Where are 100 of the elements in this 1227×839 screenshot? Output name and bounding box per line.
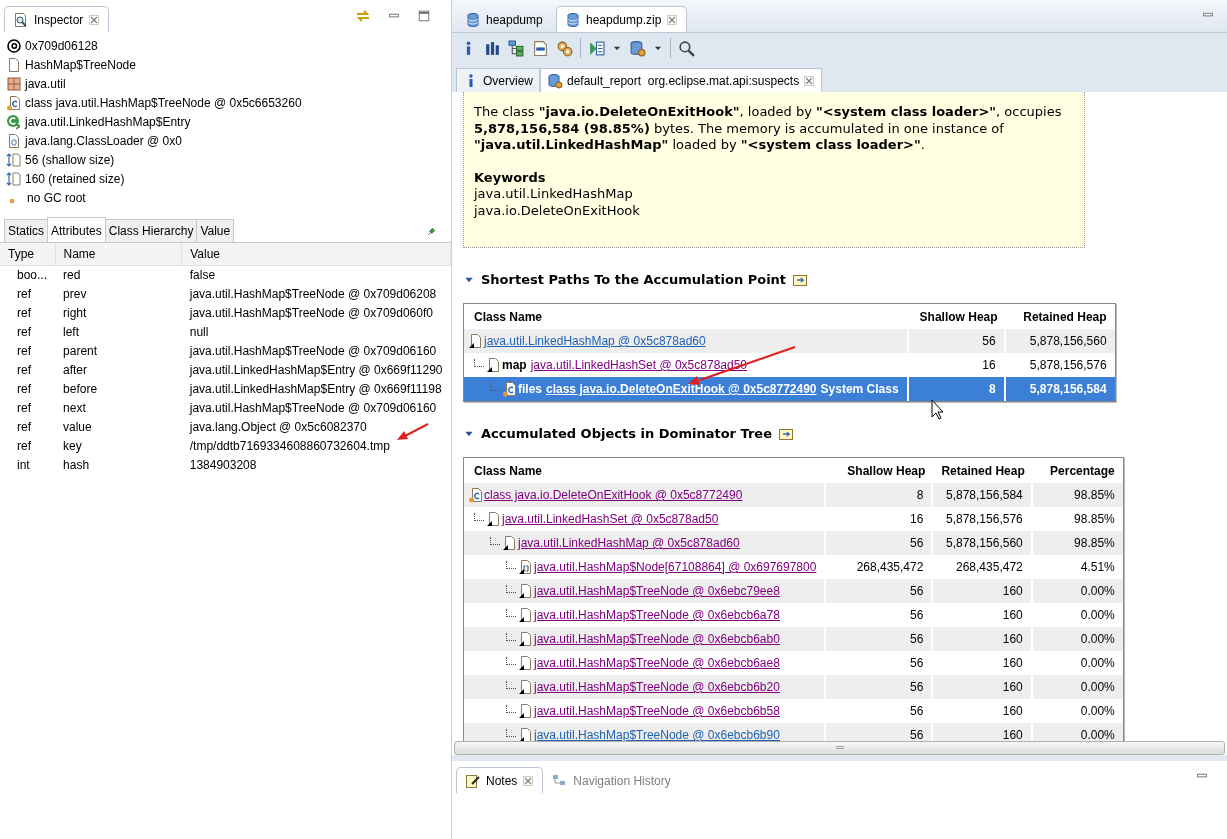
column-header[interactable]: Class Name — [464, 304, 909, 329]
notes-icon — [465, 772, 481, 789]
info-text: 160 (retained size) — [25, 170, 125, 188]
column-header[interactable]: Type — [0, 243, 56, 265]
gears-icon[interactable] — [556, 39, 573, 57]
table-cell: 0.00% — [1032, 579, 1123, 603]
close-icon[interactable] — [522, 774, 535, 787]
object-icon — [486, 357, 502, 373]
object-link[interactable]: java.util.LinkedHashSet @ 0x5c878ad50 — [530, 356, 747, 374]
object-link[interactable]: java.util.HashMap$TreeNode @ 0x6ebcb6ae8 — [534, 654, 780, 672]
object-link[interactable]: java.util.HashMap$TreeNode @ 0x6ebcb6b58 — [534, 702, 780, 720]
info-text: 56 (shallow size) — [25, 151, 115, 169]
table-cell: null — [189, 324, 209, 339]
table-cell: false — [189, 267, 216, 282]
close-icon[interactable] — [666, 13, 679, 26]
section-title: Shortest Paths To the Accumulation Point — [481, 271, 787, 290]
database-icon[interactable] — [629, 39, 646, 57]
database-icon — [565, 11, 581, 28]
table-cell: 5,878,156,584 — [933, 483, 1033, 507]
tab[interactable]: Value — [196, 219, 235, 242]
table-cell-text: ref — [16, 437, 32, 455]
table-cell-text: next — [62, 399, 87, 417]
table-cell: 160 — [933, 723, 1033, 741]
column-header[interactable]: Class Name — [464, 458, 827, 483]
summary-text: The class "java.io.DeleteOnExitHook", loaded by "<system class loader>", occupies 5,878,156,584 (98.85%) bytes. The memory is accumulated in one instance of "java.util.LinkedHashMap" loaded by "<system class loader>". — [474, 104, 1063, 154]
horizontal-scrollbar[interactable] — [454, 741, 1225, 755]
package-icon — [6, 75, 22, 92]
column-header[interactable]: Shallow Heap — [826, 458, 934, 483]
table-cell: java.util.HashMap$TreeNode @ 0x709d06160 — [189, 343, 437, 358]
object-link[interactable]: java.util.LinkedHashSet @ 0x5c878ad50 — [502, 510, 719, 528]
table-cell-text: hash — [62, 456, 91, 474]
keywords-heading: Keywords — [474, 169, 547, 186]
close-icon[interactable] — [803, 74, 816, 87]
histogram-icon[interactable] — [484, 39, 501, 57]
table-cell: 56 — [826, 723, 934, 741]
table-cell-text: parent — [62, 342, 99, 360]
object-icon — [486, 511, 502, 527]
editor-tab[interactable]: heapdump.zip — [556, 6, 688, 32]
column-header[interactable]: Shallow Heap — [908, 304, 1006, 329]
class-icon — [6, 94, 22, 111]
object-link[interactable]: java.util.HashMap$Node[67108864] @ 0x697697800 — [534, 558, 817, 576]
column-header[interactable]: Name — [55, 243, 182, 265]
info-text: class java.util.HashMap$TreeNode @ 0x5c6653260 — [25, 94, 302, 112]
table-cell: 160 — [933, 579, 1033, 603]
table-cell: boo... — [0, 265, 56, 284]
dot-icon — [9, 197, 15, 204]
view-tab[interactable]: Navigation History — [543, 767, 680, 793]
object-label: System Class — [820, 381, 899, 398]
table-cell: 56 — [908, 329, 1006, 353]
table-cell: 8 — [826, 483, 934, 507]
dominator-tree-icon[interactable] — [508, 39, 525, 57]
pin-icon[interactable] — [425, 226, 437, 238]
table-cell-text: 0.00% — [1079, 607, 1116, 624]
table-cell-text: ref — [16, 304, 32, 322]
info-text: 0x709d06128 — [25, 37, 98, 55]
object-link[interactable]: class java.io.DeleteOnExitHook @ 0x5c8772490 — [546, 380, 817, 398]
tab[interactable]: Class Hierarchy — [104, 219, 198, 242]
table-cell: 160 — [933, 627, 1033, 651]
export-icon[interactable] — [778, 426, 794, 442]
table-cell-text: 0.00% — [1079, 703, 1116, 720]
table-cell: 1384903208 — [189, 457, 257, 472]
table-cell: 56 — [826, 579, 934, 603]
table-cell: 5,878,156,560 — [1005, 329, 1115, 353]
run-report-icon[interactable] — [588, 39, 605, 57]
table-cell: 56 — [826, 675, 934, 699]
section-title: Accumulated Objects in Dominator Tree — [481, 425, 772, 444]
table-cell: 0.00% — [1032, 723, 1123, 741]
search-icon[interactable] — [678, 39, 695, 57]
maximize-icon[interactable] — [417, 9, 431, 23]
close-icon[interactable] — [88, 13, 101, 26]
table-cell: 5,878,156,584 — [1005, 377, 1115, 401]
table-cell: /tmp/ddtb7169334608860732604.tmp — [189, 438, 390, 453]
editor-tab[interactable]: heapdump — [456, 6, 556, 32]
table-cell-text: before — [62, 380, 99, 398]
report-tab[interactable]: default_report org.eclipse.mat.api:suspects — [540, 68, 823, 92]
column-header[interactable]: Retained Heap — [933, 458, 1033, 483]
table-cell: java.util.HashMap$TreeNode @ 0x709d06208 — [189, 286, 437, 301]
table-cell-text: after — [62, 361, 89, 379]
database-icon — [465, 11, 481, 28]
object-icon — [502, 535, 518, 551]
column-header[interactable]: Retained Heap — [1005, 304, 1115, 329]
object-icon — [518, 583, 534, 599]
query-icon[interactable] — [532, 39, 549, 57]
export-icon[interactable] — [792, 272, 809, 288]
report-tab[interactable]: Overview — [456, 68, 540, 92]
size-icon — [6, 170, 22, 187]
object-link[interactable]: java.util.HashMap$TreeNode @ 0x6ebcb6a78 — [534, 606, 780, 624]
table-cell-text: left — [62, 323, 81, 341]
size-icon — [6, 151, 22, 168]
object-icon — [518, 655, 534, 671]
table-cell: red — [55, 265, 182, 284]
column-header[interactable]: Percentage — [1032, 458, 1123, 483]
tab[interactable]: Statics — [4, 219, 48, 242]
table-cell: 8 — [908, 377, 1006, 401]
annotation-arrow — [397, 423, 429, 440]
object-icon — [518, 679, 534, 695]
array-icon — [518, 559, 534, 575]
view-tab[interactable]: Inspector — [4, 6, 110, 32]
column-header[interactable]: Value — [181, 243, 451, 265]
view-tab[interactable]: Notes — [456, 767, 544, 793]
